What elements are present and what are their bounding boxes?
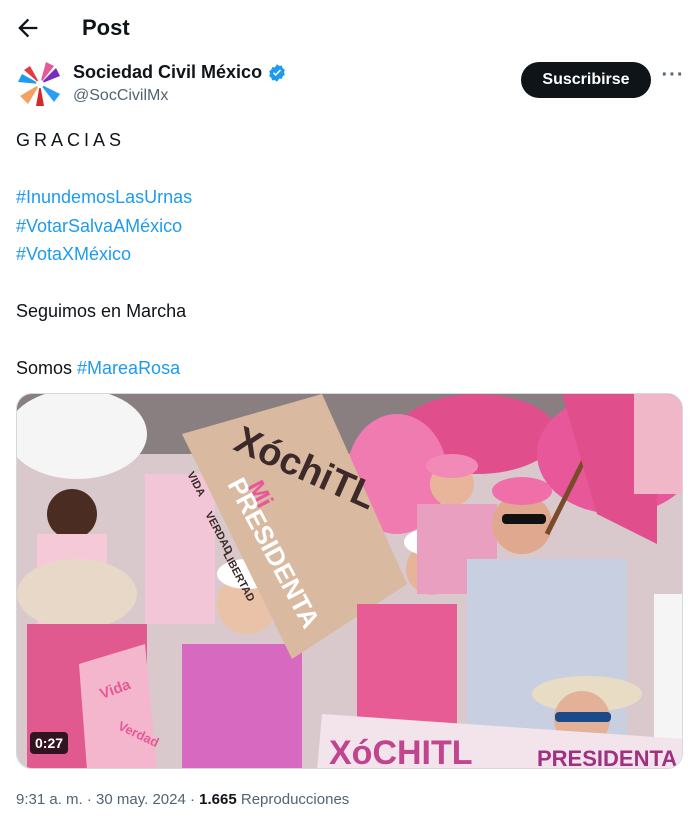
author-name[interactable]: Sociedad Civil México	[73, 62, 287, 83]
banner-presidenta-text: PRESIDENTA	[537, 746, 677, 769]
hashtag-link[interactable]: #InundemosLasUrnas	[16, 183, 676, 212]
avatar[interactable]	[16, 60, 64, 108]
banner-name-text: XóCHITL	[329, 734, 473, 769]
verified-badge-icon	[269, 63, 285, 82]
post-meta: 9:31 a. m. · 30 may. 2024 · 1.665 Reprod…	[16, 791, 349, 808]
subscribe-button[interactable]: Suscribirse	[521, 62, 651, 98]
arrow-left-icon[interactable]	[14, 14, 42, 42]
post-date[interactable]: 30 may. 2024	[96, 791, 186, 808]
tweet-line-somos: Somos #MareaRosa	[16, 354, 676, 383]
author-name-text: Sociedad Civil México	[73, 62, 263, 82]
top-bar: Post	[0, 0, 700, 56]
meta-separator: ·	[185, 791, 200, 808]
somos-text: Somos	[16, 358, 78, 378]
video-thumbnail: XóchiTL Mi PRESIDENTA VIDA VERDAD LIBERT…	[17, 394, 682, 769]
views-label: Reproducciones	[236, 791, 350, 808]
page-title: Post	[82, 15, 130, 40]
more-options-icon[interactable]: ···	[660, 64, 686, 94]
meta-separator: ·	[82, 791, 97, 808]
post-time[interactable]: 9:31 a. m.	[16, 791, 83, 808]
views-count: 1.665	[199, 791, 237, 808]
hashtag-link[interactable]: #VotaXMéxico	[16, 240, 676, 269]
hashtag-link[interactable]: #VotarSalvaAMéxico	[16, 212, 676, 241]
author-handle[interactable]: @SocCivilMx	[73, 87, 168, 105]
hashtag-link[interactable]: #MareaRosa	[77, 358, 180, 378]
tweet-line-marcha: Seguimos en Marcha	[16, 301, 187, 321]
tweet-text: GRACIAS #InundemosLasUrnas #VotarSalvaAM…	[16, 126, 676, 383]
video-duration-badge: 0:27	[30, 732, 69, 754]
tweet-line-gracias: GRACIAS	[16, 130, 126, 150]
video-player[interactable]: XóchiTL Mi PRESIDENTA VIDA VERDAD LIBERT…	[16, 393, 683, 769]
